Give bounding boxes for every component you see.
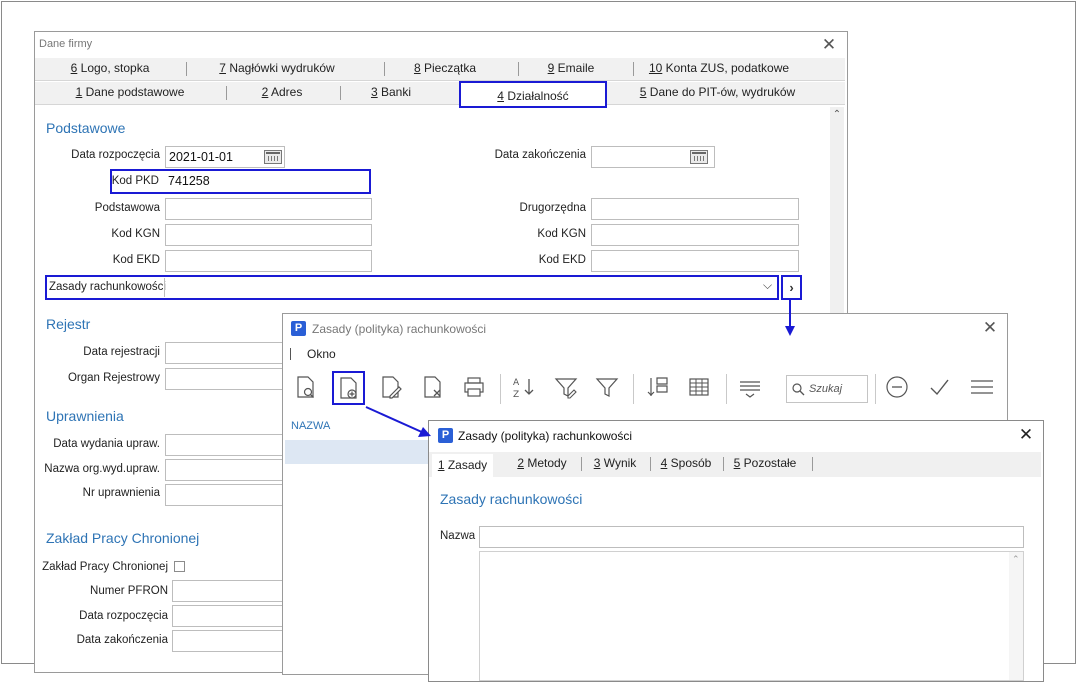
- annotation-arrows: [365, 298, 795, 437]
